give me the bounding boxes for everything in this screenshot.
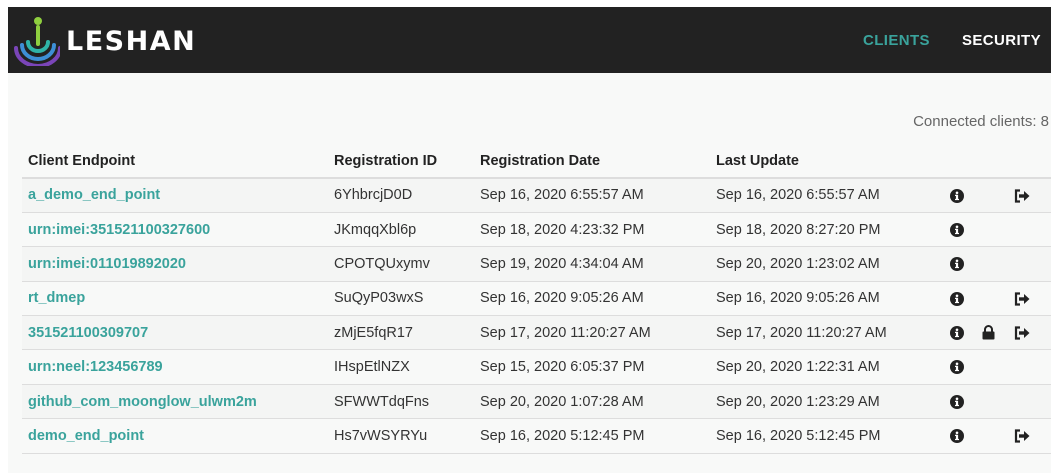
clients-panel: Connected clients: 8 Client Endpoint Reg…: [8, 73, 1051, 473]
registration-date-cell: Sep 16, 2020 9:05:26 AM: [474, 281, 710, 317]
registration-date-cell: Sep 15, 2020 6:05:37 PM: [474, 349, 710, 385]
registration-date-cell: Sep 20, 2020 1:07:28 AM: [474, 384, 710, 420]
table-row[interactable]: demo_end_point Hs7vWSYRYu Sep 16, 2020 5…: [22, 418, 1051, 454]
registration-date-cell: Sep 16, 2020 5:12:45 PM: [474, 418, 710, 454]
registration-id-cell: Hs7vWSYRYu: [328, 418, 474, 454]
lock-cell: [976, 384, 1008, 420]
brand[interactable]: LESHAN: [14, 13, 196, 67]
sign-out-cell: [1008, 281, 1051, 317]
sign-out-cell: [1008, 212, 1051, 248]
lock-cell: [976, 178, 1008, 213]
lock-cell: [976, 315, 1008, 351]
client-endpoint-link[interactable]: urn:neel:123456789: [28, 359, 163, 375]
info-icon[interactable]: [950, 394, 964, 409]
header-registration-id[interactable]: Registration ID: [328, 145, 474, 179]
header-client-endpoint[interactable]: Client Endpoint: [22, 145, 328, 179]
registration-id-cell: SFWWTdqFns: [328, 384, 474, 420]
client-endpoint-link[interactable]: a_demo_end_point: [28, 187, 160, 203]
registration-date-cell: Sep 16, 2020 6:55:57 AM: [474, 178, 710, 213]
table-row[interactable]: 351521100309707 zMjE5fqR17 Sep 17, 2020 …: [22, 315, 1051, 351]
registration-id-cell: zMjE5fqR17: [328, 315, 474, 351]
last-update-cell: Sep 17, 2020 11:20:27 AM: [710, 315, 944, 351]
table-row[interactable]: urn:imei:351521100327600 JKmqqXbl6p Sep …: [22, 212, 1051, 248]
table-row[interactable]: a_demo_end_point 6YhbrcjD0D Sep 16, 2020…: [22, 178, 1051, 213]
info-cell: [944, 212, 976, 248]
info-cell: [944, 315, 976, 351]
sign-out-cell: [1008, 315, 1051, 351]
info-icon[interactable]: [950, 188, 964, 203]
lock-cell: [976, 246, 1008, 282]
sign-out-icon[interactable]: [1014, 326, 1030, 340]
registration-date-cell: Sep 19, 2020 4:34:04 AM: [474, 246, 710, 282]
last-update-cell: Sep 16, 2020 5:12:45 PM: [710, 418, 944, 454]
header-registration-date[interactable]: Registration Date: [474, 145, 710, 179]
table-row[interactable]: urn:imei:011019892020 CPOTQUxymv Sep 19,…: [22, 246, 1051, 282]
info-cell: [944, 281, 976, 317]
info-cell: [944, 349, 976, 385]
info-icon[interactable]: [950, 291, 964, 306]
info-icon[interactable]: [950, 325, 964, 340]
sign-out-icon[interactable]: [1014, 429, 1030, 443]
sign-out-cell: [1008, 178, 1051, 213]
last-update-cell: Sep 20, 2020 1:23:02 AM: [710, 246, 944, 282]
header-blank: [976, 145, 1008, 179]
registration-id-cell: CPOTQUxymv: [328, 246, 474, 282]
lock-cell: [976, 212, 1008, 248]
table-row[interactable]: github_com_moonglow_ulwm2m SFWWTdqFns Se…: [22, 384, 1051, 420]
sign-out-cell: [1008, 349, 1051, 385]
info-icon[interactable]: [950, 222, 964, 237]
registration-date-cell: Sep 18, 2020 4:23:32 PM: [474, 212, 710, 248]
table-row[interactable]: rt_dmep SuQyP03wxS Sep 16, 2020 9:05:26 …: [22, 281, 1051, 317]
connected-clients-count: Connected clients: 8: [913, 113, 1049, 130]
brand-name: LESHAN: [66, 25, 197, 57]
table-row[interactable]: urn:neel:123456789 IHspEtlNZX Sep 15, 20…: [22, 349, 1051, 385]
header-last-update[interactable]: Last Update: [710, 145, 944, 179]
registration-id-cell: IHspEtlNZX: [328, 349, 474, 385]
sign-out-icon[interactable]: [1014, 189, 1030, 203]
info-icon[interactable]: [950, 257, 964, 272]
lock-cell: [976, 281, 1008, 317]
info-cell: [944, 384, 976, 420]
registration-id-cell: 6YhbrcjD0D: [328, 178, 474, 213]
lock-icon[interactable]: [982, 325, 995, 340]
nav-clients[interactable]: CLIENTS: [863, 32, 930, 49]
nav-security[interactable]: SECURITY: [962, 32, 1041, 49]
sign-out-cell: [1008, 384, 1051, 420]
last-update-cell: Sep 16, 2020 6:55:57 AM: [710, 178, 944, 213]
sign-out-cell: [1008, 418, 1051, 454]
last-update-cell: Sep 20, 2020 1:23:29 AM: [710, 384, 944, 420]
client-endpoint-link[interactable]: urn:imei:011019892020: [28, 256, 186, 272]
registration-date-cell: Sep 17, 2020 11:20:27 AM: [474, 315, 710, 351]
last-update-cell: Sep 18, 2020 8:27:20 PM: [710, 212, 944, 248]
lock-cell: [976, 418, 1008, 454]
client-endpoint-link[interactable]: urn:imei:351521100327600: [28, 222, 210, 238]
last-update-cell: Sep 16, 2020 9:05:26 AM: [710, 281, 944, 317]
registration-id-cell: SuQyP03wxS: [328, 281, 474, 317]
client-endpoint-link[interactable]: 351521100309707: [28, 325, 148, 341]
client-endpoint-link[interactable]: demo_end_point: [28, 428, 144, 444]
info-cell: [944, 418, 976, 454]
info-cell: [944, 178, 976, 213]
top-navbar: LESHAN CLIENTS SECURITY: [8, 7, 1051, 73]
leshan-logo-icon: [14, 14, 60, 66]
info-icon[interactable]: [950, 429, 964, 444]
header-blank: [1008, 145, 1051, 179]
sign-out-icon[interactable]: [1014, 291, 1030, 306]
table-header-row: Client Endpoint Registration ID Registra…: [22, 145, 1051, 179]
registration-id-cell: JKmqqXbl6p: [328, 212, 474, 248]
client-endpoint-link[interactable]: github_com_moonglow_ulwm2m: [28, 394, 257, 410]
client-endpoint-link[interactable]: rt_dmep: [28, 290, 85, 306]
main-nav: CLIENTS SECURITY: [831, 7, 1041, 73]
clients-table: Client Endpoint Registration ID Registra…: [22, 145, 1051, 454]
info-cell: [944, 246, 976, 282]
sign-out-cell: [1008, 246, 1051, 282]
header-blank: [944, 145, 976, 179]
lock-cell: [976, 349, 1008, 385]
info-icon[interactable]: [950, 360, 964, 375]
last-update-cell: Sep 20, 2020 1:22:31 AM: [710, 349, 944, 385]
